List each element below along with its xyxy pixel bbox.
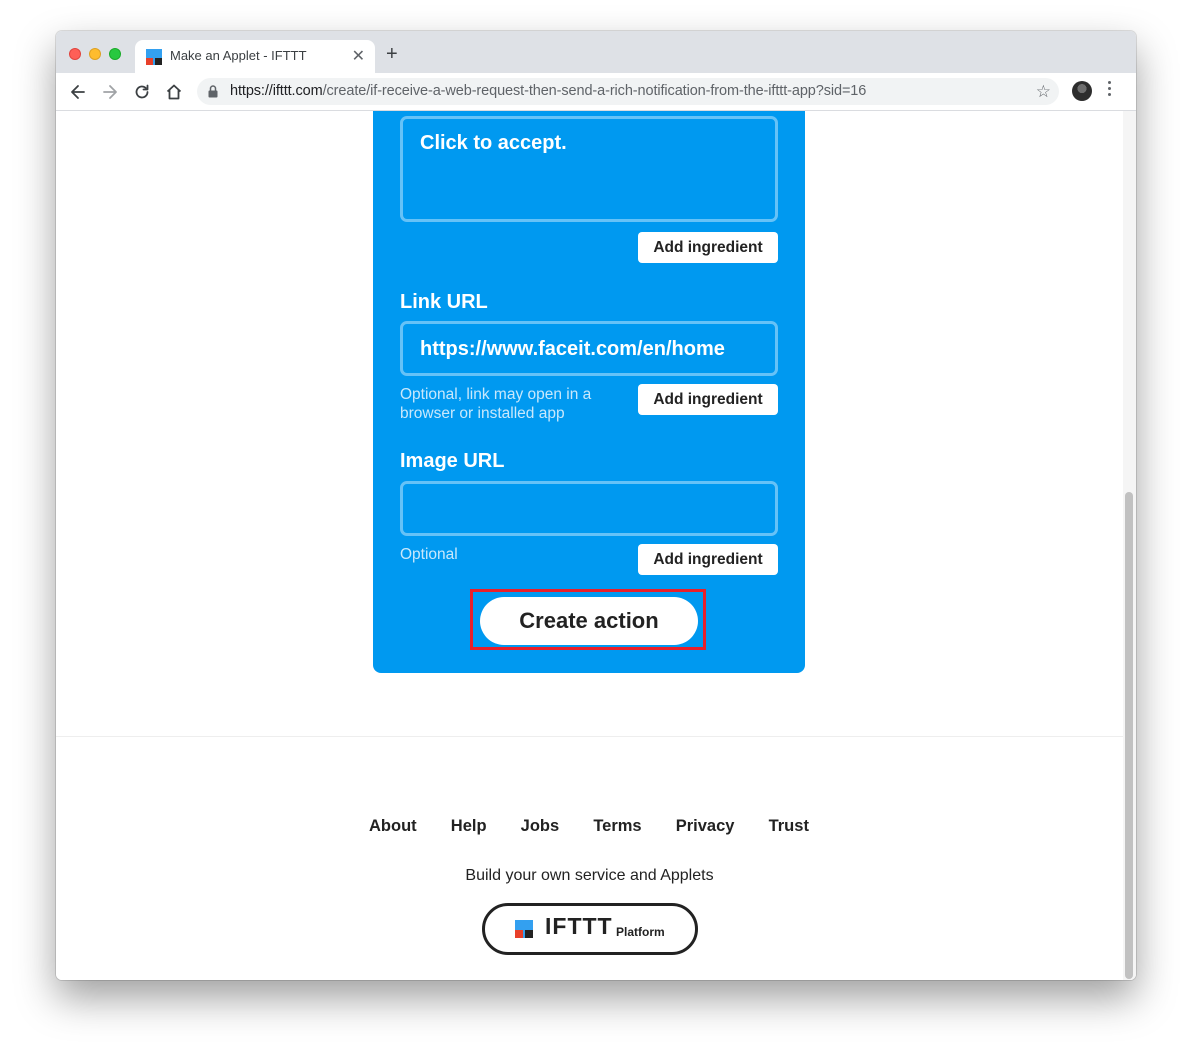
- scrollbar-track[interactable]: [1123, 111, 1136, 980]
- ifttt-logo-icon: [515, 920, 533, 938]
- footer-link-jobs[interactable]: Jobs: [521, 817, 560, 836]
- tab-title: Make an Applet - IFTTT: [170, 48, 307, 63]
- page-content: Click to accept. Add ingredient Link URL…: [56, 111, 1136, 980]
- footer-link-about[interactable]: About: [369, 817, 417, 836]
- forward-icon[interactable]: [100, 82, 120, 102]
- profile-avatar[interactable]: [1072, 81, 1092, 101]
- window-maximize-button[interactable]: [109, 48, 121, 60]
- platform-wordmark: IFTTT: [545, 913, 613, 939]
- back-icon[interactable]: [68, 82, 88, 102]
- create-action-highlight: Create action: [470, 589, 706, 650]
- image-url-helper: Optional: [400, 546, 458, 563]
- browser-tab[interactable]: Make an Applet - IFTTT ✕: [135, 40, 375, 73]
- link-url-input[interactable]: https://www.faceit.com/en/home: [400, 321, 778, 376]
- address-bar[interactable]: https://ifttt.com/create/if-receive-a-we…: [197, 78, 1059, 105]
- home-icon[interactable]: [164, 82, 184, 102]
- new-tab-button[interactable]: +: [386, 43, 398, 66]
- message-value: Click to accept.: [420, 132, 567, 154]
- image-url-input[interactable]: [400, 481, 778, 536]
- url-text: https://ifttt.com/create/if-receive-a-we…: [230, 83, 867, 99]
- add-ingredient-button-image[interactable]: Add ingredient: [638, 544, 778, 575]
- footer-link-privacy[interactable]: Privacy: [676, 817, 735, 836]
- footer-link-terms[interactable]: Terms: [593, 817, 641, 836]
- lock-icon: [208, 85, 218, 98]
- ifttt-favicon-icon: [146, 49, 162, 65]
- ifttt-platform-button[interactable]: IFTTT Platform: [482, 903, 698, 955]
- create-action-button[interactable]: Create action: [480, 597, 698, 645]
- footer-nav: About Help Jobs Terms Privacy Trust: [369, 817, 809, 836]
- reload-icon[interactable]: [132, 82, 152, 102]
- window-minimize-button[interactable]: [89, 48, 101, 60]
- action-fields-card: Click to accept. Add ingredient Link URL…: [373, 111, 805, 673]
- tab-strip: Make an Applet - IFTTT ✕ +: [56, 31, 1136, 73]
- browser-window: Make an Applet - IFTTT ✕ + https://ifttt…: [56, 31, 1136, 980]
- footer-tagline: Build your own service and Applets: [465, 867, 714, 884]
- menu-icon[interactable]: [1108, 81, 1112, 99]
- window-close-button[interactable]: [69, 48, 81, 60]
- add-ingredient-button-link[interactable]: Add ingredient: [638, 384, 778, 415]
- platform-label: Platform: [616, 925, 665, 939]
- browser-toolbar: https://ifttt.com/create/if-receive-a-we…: [56, 73, 1136, 111]
- link-url-helper: Optional, link may open in a browser or …: [400, 386, 592, 422]
- star-icon[interactable]: ☆: [1036, 82, 1051, 102]
- link-url-value: https://www.faceit.com/en/home: [420, 338, 725, 360]
- link-url-label: Link URL: [400, 291, 488, 313]
- footer-link-trust[interactable]: Trust: [769, 817, 809, 836]
- add-ingredient-button-message[interactable]: Add ingredient: [638, 232, 778, 263]
- tab-close-icon[interactable]: ✕: [352, 46, 365, 66]
- footer-link-help[interactable]: Help: [451, 817, 487, 836]
- scrollbar-thumb[interactable]: [1125, 492, 1133, 979]
- message-textarea[interactable]: Click to accept.: [400, 116, 778, 222]
- image-url-label: Image URL: [400, 450, 505, 472]
- footer-divider: [56, 736, 1123, 737]
